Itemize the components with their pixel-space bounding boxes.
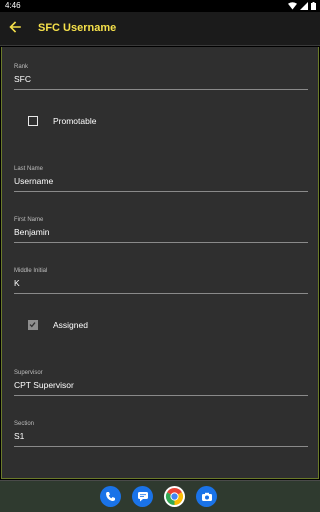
last-name-field[interactable]: Last Name Username xyxy=(14,166,308,192)
first-name-value: Benjamin xyxy=(14,227,50,237)
messages-icon[interactable] xyxy=(132,486,153,507)
navigation-dock xyxy=(0,480,320,512)
middle-initial-value: K xyxy=(14,278,20,288)
camera-icon[interactable] xyxy=(196,486,217,507)
section-field[interactable]: Section S1 xyxy=(14,421,308,447)
supervisor-label: Supervisor xyxy=(14,370,43,376)
rank-value: SFC xyxy=(14,74,31,84)
battery-icon xyxy=(311,2,316,10)
promotable-label: Promotable xyxy=(53,116,97,126)
promotable-checkbox[interactable] xyxy=(28,116,38,126)
status-bar: 4:46 xyxy=(0,0,320,12)
wifi-icon xyxy=(288,2,297,10)
rank-label: Rank xyxy=(14,64,29,70)
rank-field[interactable]: Rank SFC xyxy=(14,64,308,90)
arrow-left-icon xyxy=(9,20,21,38)
section-label: Section xyxy=(14,421,35,427)
app-bar: SFC Username xyxy=(0,12,320,46)
supervisor-field[interactable]: Supervisor CPT Supervisor xyxy=(14,370,308,396)
status-time: 4:46 xyxy=(5,1,21,10)
page-title: SFC Username xyxy=(38,22,117,34)
promotable-checkbox-row[interactable]: Promotable xyxy=(28,114,148,128)
app-dock xyxy=(100,486,217,507)
supervisor-value: CPT Supervisor xyxy=(14,380,74,390)
chrome-icon[interactable] xyxy=(164,486,185,507)
last-name-label: Last Name xyxy=(14,166,44,172)
status-icons xyxy=(288,2,316,10)
signal-icon xyxy=(300,2,308,10)
first-name-field[interactable]: First Name Benjamin xyxy=(14,217,308,243)
last-name-value: Username xyxy=(14,176,54,186)
assigned-label: Assigned xyxy=(53,320,88,330)
first-name-label: First Name xyxy=(14,217,44,223)
section-value: S1 xyxy=(14,431,25,441)
soldier-form: Rank SFC Promotable Last Name Username F… xyxy=(1,47,319,479)
phone-icon[interactable] xyxy=(100,486,121,507)
check-icon xyxy=(29,322,36,328)
assigned-checkbox-row[interactable]: Assigned xyxy=(28,318,148,332)
assigned-checkbox[interactable] xyxy=(28,320,38,330)
middle-initial-label: Middle Initial xyxy=(14,268,48,274)
middle-initial-field[interactable]: Middle Initial K xyxy=(14,268,308,294)
back-button[interactable] xyxy=(5,19,25,39)
